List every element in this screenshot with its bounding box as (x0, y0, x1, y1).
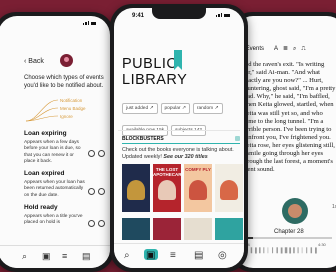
back-button[interactable]: ‹ Back (24, 58, 44, 65)
speed-label[interactable]: 1x (332, 204, 336, 210)
reader-toolbar-icons[interactable]: A≣⌕⎍ (274, 45, 311, 53)
book-title: THE LOST APOTHECARY (153, 167, 185, 177)
option-toggles[interactable] (88, 182, 108, 200)
cover-art (220, 180, 238, 200)
book-cover[interactable] (215, 164, 243, 212)
audiobook-cover (282, 198, 308, 224)
center-phone: 9:41 PUBLIC LIBRARY just added ↗ popular … (110, 4, 248, 272)
logo-public: PUBLIC (122, 56, 178, 72)
section-body: Appears when a title you've placed on ho… (24, 214, 83, 226)
library-icon[interactable]: ▣ (146, 250, 155, 261)
remaining-time: 4:30 (318, 242, 326, 247)
option-connector-lines (25, 99, 59, 122)
notch (152, 8, 206, 19)
signal-icon (82, 21, 96, 27)
book-text: and the raven's exit. "Is writing her," … (242, 61, 336, 174)
option-toggles[interactable] (88, 144, 108, 162)
avatar (60, 54, 73, 67)
menu-icon[interactable]: ≡ (62, 251, 67, 261)
section-hold-ready: Hold ready Appears when a title you've p… (24, 204, 86, 227)
option-notification[interactable]: Notification (60, 98, 82, 103)
bookmark-icon[interactable]: ⎍ (301, 46, 310, 52)
library-icon[interactable]: ▣ (42, 251, 51, 262)
section-title: BLOCKBUSTERS (122, 136, 164, 142)
right-screen: ‹ Events A≣⌕⎍ and the raven's exit. "Is … (234, 16, 336, 268)
option-ignore[interactable]: Ignore (60, 114, 73, 119)
settings-prompt: Choose which types of events you'd like … (24, 75, 104, 89)
logo-library: LIBRARY (122, 72, 188, 88)
section-title: Loan expiring (24, 130, 67, 137)
book-cover[interactable] (153, 218, 181, 240)
search-icon[interactable]: ⌕ (22, 251, 27, 262)
center-screen: 9:41 PUBLIC LIBRARY just added ↗ popular … (114, 8, 244, 268)
left-phone: ‹ Back Choose which types of events you'… (0, 12, 114, 272)
option-menu-badge[interactable]: Menu Badge (60, 106, 86, 111)
filter-chips: just added ↗ popular ↗ random ↗ available … (122, 96, 244, 140)
chip-label: random (196, 106, 214, 111)
book-cover[interactable] (122, 164, 150, 212)
option-toggles[interactable] (88, 214, 108, 232)
divider (118, 130, 240, 131)
section-body: Appears when your loan has been returned… (24, 180, 85, 198)
section-more-icon[interactable] (235, 136, 240, 141)
books-icon[interactable]: ▤ (194, 250, 203, 261)
cover-art (189, 180, 207, 200)
cover-art (158, 180, 176, 200)
book-cover[interactable] (184, 218, 212, 240)
chip-label: popular (164, 106, 181, 111)
section-description: Check out the books everyone is talking … (122, 147, 242, 161)
back-label: Events (245, 46, 265, 52)
signal-icon (215, 13, 230, 19)
chip-random[interactable]: random ↗ (192, 103, 223, 114)
books-icon[interactable]: ▤ (82, 251, 91, 262)
back-label: Back (28, 58, 44, 65)
compass-icon[interactable]: ◎ (218, 250, 227, 261)
book-cover[interactable] (215, 218, 243, 240)
book-cover[interactable]: COMFY PLY (184, 164, 212, 212)
book-cover[interactable] (122, 218, 150, 240)
see-all-link[interactable]: See our 320 titles (163, 154, 207, 160)
bottom-nav: ⌕ ▣ ≡ ▤ (0, 245, 110, 268)
section-underline (122, 143, 240, 144)
bottom-nav: ⌕ ▣ ≡ ▤ ◎ (114, 243, 244, 268)
clock: 9:41 (132, 13, 145, 19)
section-loan-expired: Loan expired Appears when your loan has … (24, 170, 86, 199)
left-screen: ‹ Back Choose which types of events you'… (0, 16, 110, 268)
book-carousel-row-2 (122, 218, 244, 240)
book-title: COMFY PLY (185, 167, 211, 172)
chapter-label: Chapter 28 (274, 229, 304, 235)
chip-popular[interactable]: popular ↗ (160, 103, 190, 114)
cover-art (127, 180, 145, 200)
chip-label: just added (126, 106, 149, 111)
waveform[interactable]: ▏▎▍▌▍▎▏▎▍▌▋▌▍▎▏▎▍▌ (242, 248, 319, 254)
book-cover[interactable]: THE LOST APOTHECARY (153, 164, 185, 212)
section-title: Loan expired (24, 170, 65, 177)
text-size-icon[interactable]: A (274, 46, 283, 52)
progress-bar[interactable] (242, 237, 332, 239)
chip-just-added[interactable]: just added ↗ (122, 103, 158, 114)
menu-icon[interactable]: ≡ (170, 250, 176, 261)
logo-bookmark-icon (174, 50, 182, 70)
section-loan-expiring: Loan expiring Appears when a few days be… (24, 130, 86, 166)
section-title: Hold ready (24, 204, 58, 211)
status-bar (0, 20, 110, 30)
book-carousel: THE LOST APOTHECARY COMFY PLY (122, 164, 244, 214)
section-body: Appears when a few days before your loan… (24, 140, 81, 165)
search-icon[interactable]: ⌕ (124, 250, 130, 261)
contents-icon[interactable]: ≣ (283, 46, 293, 52)
